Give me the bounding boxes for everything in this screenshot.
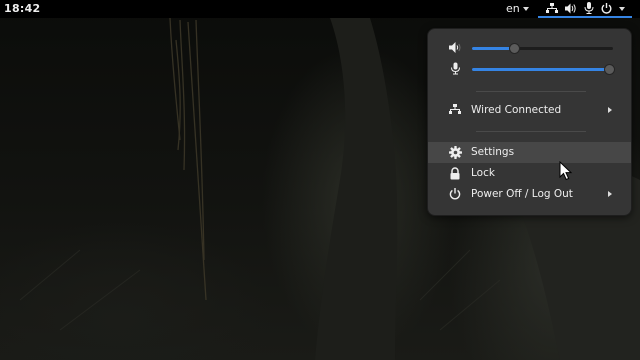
menu-separator: [476, 91, 586, 92]
network-wired-icon: [545, 2, 558, 14]
system-menu: Wired Connected Settings Lock Power Off …: [427, 28, 632, 216]
lock-item[interactable]: Lock: [428, 163, 631, 184]
network-wired-icon: [449, 104, 461, 118]
gear-icon: [449, 146, 462, 162]
settings-item[interactable]: Settings: [428, 142, 631, 163]
volume-slider-handle[interactable]: [509, 43, 521, 54]
wired-connection-label: Wired Connected: [471, 104, 562, 116]
top-bar: 18:42 en: [0, 0, 640, 18]
language-indicator[interactable]: en: [506, 2, 529, 15]
volume-icon: [564, 3, 577, 14]
speaker-icon: [449, 41, 462, 57]
chevron-right-icon: [608, 107, 612, 113]
volume-slider-row: [428, 38, 633, 58]
lock-icon: [449, 167, 461, 183]
power-off-logout-label: Power Off / Log Out: [471, 188, 573, 200]
chevron-down-icon: [522, 7, 529, 11]
menu-separator: [476, 131, 586, 132]
power-off-logout-item[interactable]: Power Off / Log Out: [428, 184, 631, 205]
microphone-icon: [449, 62, 462, 78]
microphone-slider[interactable]: [472, 64, 615, 75]
power-icon: [601, 2, 612, 14]
language-label: en: [506, 2, 520, 15]
chevron-down-icon: [618, 6, 625, 11]
volume-slider[interactable]: [472, 43, 613, 54]
power-icon: [449, 188, 461, 203]
microphone-slider-fill: [472, 68, 609, 71]
lock-label: Lock: [471, 167, 495, 179]
system-status-area[interactable]: [538, 0, 632, 18]
settings-label: Settings: [471, 146, 515, 158]
clock[interactable]: 18:42: [4, 2, 41, 15]
chevron-right-icon: [608, 191, 612, 197]
microphone-icon: [584, 2, 594, 14]
mouse-pointer-icon: [559, 160, 573, 185]
microphone-slider-handle[interactable]: [603, 64, 615, 75]
microphone-slider-row: [428, 59, 633, 79]
volume-slider-fill: [472, 47, 515, 50]
wired-connection-item[interactable]: Wired Connected: [428, 100, 631, 121]
